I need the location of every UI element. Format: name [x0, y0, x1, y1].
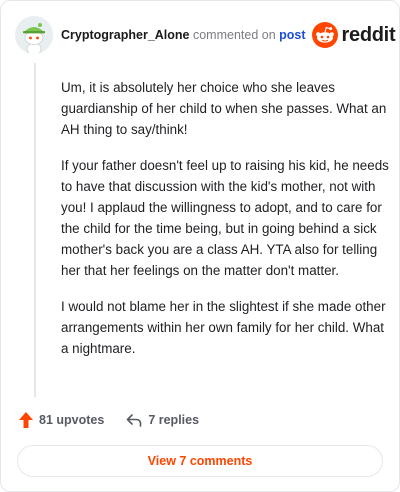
comment-body: Um, it is absolutely her choice who she …	[61, 77, 391, 374]
snoo-avatar-icon[interactable]	[15, 16, 53, 54]
replies-button[interactable]: 7 replies	[126, 413, 199, 427]
comment-actions: 81 upvotes 7 replies	[19, 409, 199, 431]
comment-header: Cryptographer_Alone commented on post re…	[15, 15, 396, 55]
commented-on-text: commented on	[192, 28, 276, 42]
username-link[interactable]: Cryptographer_Alone	[61, 28, 190, 42]
post-link[interactable]: post	[279, 28, 305, 42]
comment-paragraph: If your father doesn't feel up to raisin…	[61, 158, 389, 278]
upvote-button[interactable]: 81 upvotes	[19, 412, 104, 428]
comment-paragraph: Um, it is absolutely her choice who she …	[61, 80, 387, 137]
upvote-arrow-icon	[19, 412, 33, 428]
brand-wordmark: reddit	[341, 23, 396, 46]
view-comments-button[interactable]: View 7 comments	[17, 445, 383, 477]
reddit-logo-icon	[311, 22, 338, 48]
reddit-brand[interactable]: reddit	[311, 22, 396, 48]
comment-meta: Cryptographer_Alone commented on post	[61, 28, 306, 42]
replies-count: 7 replies	[148, 413, 200, 427]
comment-card: Cryptographer_Alone commented on post re…	[0, 0, 400, 492]
reply-arrow-icon	[127, 414, 142, 427]
upvote-count: 81 upvotes	[39, 413, 105, 427]
comment-paragraph: I would not blame her in the slightest i…	[61, 299, 386, 356]
thread-line[interactable]	[34, 63, 36, 397]
